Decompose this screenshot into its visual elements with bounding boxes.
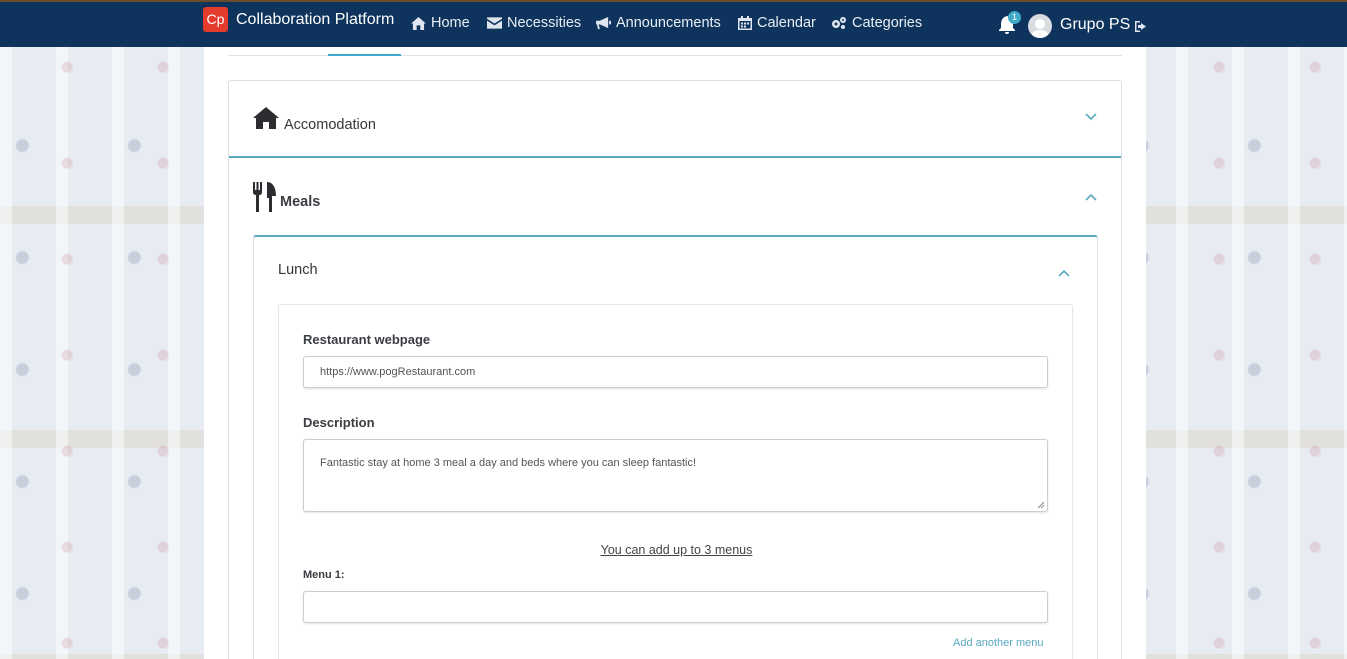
meals-title: Meals: [280, 194, 321, 210]
nav-categories[interactable]: Categories: [831, 15, 922, 31]
notification-badge: 1: [1008, 11, 1021, 24]
nav-categories-label: Categories: [852, 15, 923, 31]
calendar-icon: [738, 16, 752, 30]
top-tabs: [228, 47, 1122, 56]
nav-calendar-label: Calendar: [757, 15, 816, 31]
services-accordion: Accomodation Meals Lunch Restaurant webp…: [228, 80, 1122, 659]
avatar[interactable]: [1028, 14, 1052, 38]
menu-1-label: Menu 1:: [303, 569, 345, 581]
restaurant-webpage-input[interactable]: https://www.pogRestaurant.com: [303, 356, 1048, 388]
nav-announcements-label: Announcements: [616, 15, 721, 31]
top-navbar: Cp Collaboration Platform Home Necessiti…: [0, 0, 1347, 47]
main-content: Accomodation Meals Lunch Restaurant webp…: [204, 47, 1146, 659]
chevron-up-icon[interactable]: [1085, 188, 1097, 206]
lunch-form: Restaurant webpage https://www.pogRestau…: [278, 304, 1073, 659]
resize-grip-icon[interactable]: [1037, 501, 1045, 509]
accommodation-header[interactable]: Accomodation: [229, 81, 1121, 158]
nav-calendar[interactable]: Calendar: [738, 15, 816, 31]
menu-1-input[interactable]: [303, 591, 1048, 623]
restaurant-webpage-label: Restaurant webpage: [303, 332, 431, 347]
brand-logo[interactable]: Cp: [203, 7, 228, 32]
lunch-panel: Lunch Restaurant webpage https://www.pog…: [253, 235, 1098, 659]
cogs-icon: [832, 17, 846, 29]
description-label: Description: [303, 415, 375, 430]
utensils-icon: [253, 182, 276, 212]
nav-announcements[interactable]: Announcements: [596, 15, 721, 31]
nav-necessities[interactable]: Necessities: [487, 15, 581, 31]
brand-name[interactable]: Collaboration Platform: [236, 11, 394, 29]
description-text: Fantastic stay at home 3 meal a day and …: [320, 457, 697, 469]
chevron-down-icon[interactable]: [1085, 108, 1097, 126]
logout-icon[interactable]: [1135, 19, 1147, 37]
chevron-up-icon[interactable]: [1058, 264, 1070, 282]
add-another-menu-link[interactable]: Add another menu: [953, 637, 1044, 649]
home-icon: [253, 107, 279, 129]
accommodation-title: Accomodation: [284, 117, 376, 133]
bullhorn-icon: [596, 16, 611, 29]
menus-limit-note: You can add up to 3 menus: [600, 543, 753, 557]
meals-header[interactable]: Meals: [229, 159, 1121, 236]
description-textarea[interactable]: Fantastic stay at home 3 meal a day and …: [303, 439, 1048, 512]
lunch-title[interactable]: Lunch: [278, 262, 318, 278]
nav-home[interactable]: Home: [411, 15, 470, 31]
nav-home-label: Home: [431, 15, 470, 31]
home-icon: [411, 16, 426, 30]
active-tab-indicator: [328, 54, 401, 56]
nav-necessities-label: Necessities: [507, 15, 582, 31]
user-name[interactable]: Grupo PS: [1060, 16, 1130, 34]
envelope-icon: [487, 17, 502, 29]
